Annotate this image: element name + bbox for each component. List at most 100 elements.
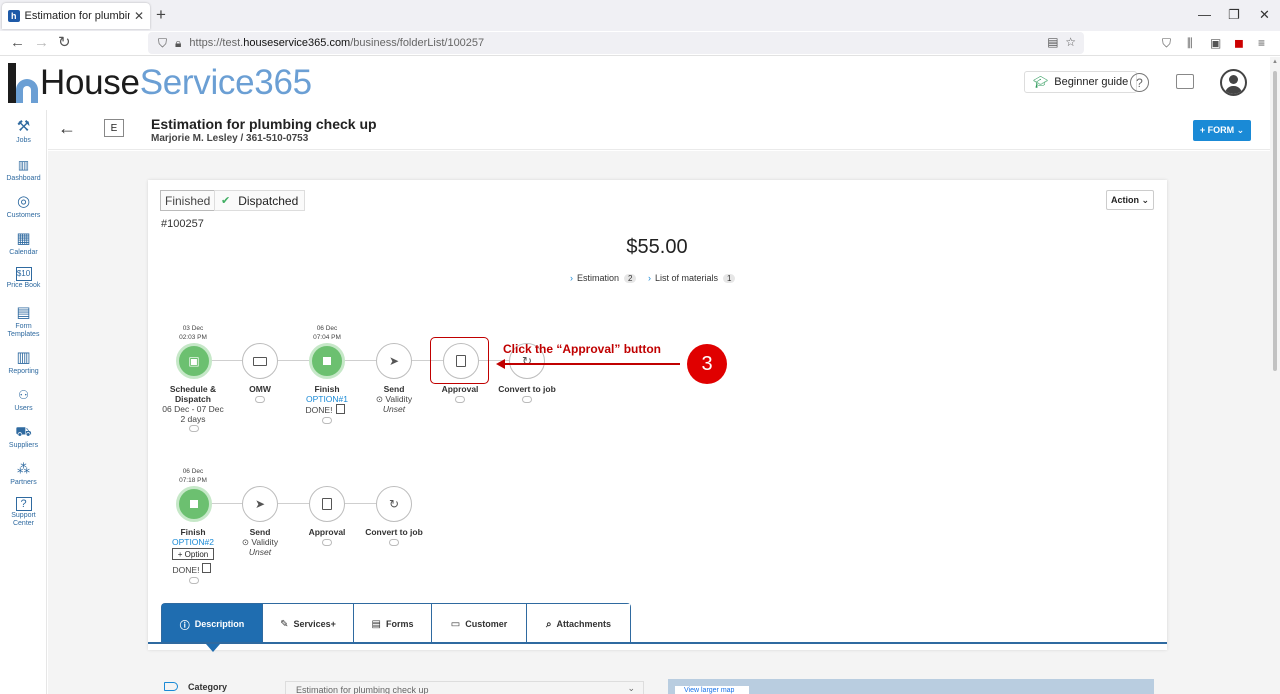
send-2-validity-value: Unset [248,547,272,557]
comment-icon[interactable] [389,539,399,546]
sidebar-item-calendar[interactable]: ▦ Calendar [0,230,47,257]
send-2-step[interactable]: ➤ [242,486,278,522]
app-header: HouseService365 🎓︎ Beginner guide ? [0,57,1270,110]
back-arrow-icon[interactable]: ← [58,118,76,139]
sidebar-item-suppliers[interactable]: ⛟ Suppliers [0,423,47,450]
tab-customer[interactable]: ▭ Customer [431,604,526,644]
stop-icon [190,500,198,508]
tab-services[interactable]: ✎ Services+ [262,604,353,644]
tag-icon [164,682,178,691]
category-select[interactable]: Estimation for plumbing check up ⌄ [285,681,644,694]
maximize-window-icon[interactable]: ❐ [1228,7,1240,23]
check-icon: ✔ [221,195,231,207]
extension-icon[interactable]: ◼ [1234,36,1244,50]
folder-icon[interactable] [1176,74,1194,89]
comment-icon[interactable] [455,396,465,403]
sidebar-item-price-book[interactable]: $10 Price Book [0,267,47,290]
reporting-icon: ▥ [16,349,31,366]
sidebar-item-support-center[interactable]: ? Support Center [0,497,47,528]
instruction-text: Click the “Approval” button [503,342,662,356]
omw-step[interactable] [242,343,278,379]
price-book-icon: $10 [15,267,32,281]
schedule-date: 03 Dec [182,325,204,332]
id-card-icon: ▭ [450,618,461,630]
document-icon[interactable] [202,563,211,573]
step-number-badge: 3 [687,344,727,384]
schedule-time: 02:03 PM [179,334,207,341]
schedule-step-label-2: Dispatch [175,394,211,404]
comment-icon[interactable] [522,396,532,403]
scrollbar-thumb[interactable] [1273,71,1277,371]
tab-attachments[interactable]: ⌕ Attachments [526,604,630,644]
browser-nav-bar: ← → ↻ ⛉ 🔒︎ https://test.houseservice365.… [0,31,1280,56]
schedule-dispatch-step[interactable]: ▣ [176,343,212,379]
reader-and-bookmark-icons[interactable]: ▤ ☆ [1047,35,1076,49]
sidebar-item-form-templates[interactable]: ▤ Form Templates [0,304,47,339]
shield-icon[interactable]: ⛉ [158,36,167,51]
scroll-up-icon[interactable]: ▲ [1272,59,1278,65]
beginner-guide-button[interactable]: 🎓︎ Beginner guide [1024,71,1138,93]
site-favicon: h [8,10,20,22]
sidebar-icon[interactable]: ▣ [1210,36,1221,50]
lock-icon[interactable]: 🔒︎ [175,36,181,51]
estimation-count-badge: 2 [624,273,637,283]
tools-icon: ⚒ [16,118,31,135]
view-larger-map-link[interactable]: View larger map [675,686,749,694]
schedule-duration: 2 days [180,414,206,424]
list-of-materials-link[interactable]: › List of materials 1 [648,273,736,283]
comment-icon[interactable] [255,396,265,403]
sidebar-item-users[interactable]: ⚇ Users [0,386,47,413]
comment-icon[interactable] [189,577,199,584]
menu-icon[interactable]: ≡ [1258,36,1265,50]
comment-icon[interactable] [322,417,332,424]
status-finished-badge[interactable]: Finished [160,190,216,211]
reload-icon[interactable]: ↻ [58,34,71,52]
help-icon[interactable]: ? [1130,73,1149,92]
add-option-button[interactable]: + Option [172,548,214,560]
user-avatar-icon[interactable] [1220,69,1247,96]
sidebar-item-partners[interactable]: ⁂ Partners [0,460,47,487]
partners-icon: ⁂ [17,461,30,476]
convert-2-to-job-step[interactable]: ↻ [376,486,412,522]
comment-icon[interactable] [322,539,332,546]
send-step[interactable]: ➤ [376,343,412,379]
sidebar-item-customers[interactable]: ◎ Customers [0,193,47,220]
page-title: Estimation for plumbing check up [151,116,377,132]
close-window-icon[interactable]: ✕ [1259,7,1270,23]
forward-icon[interactable]: → [34,34,49,52]
estimation-link[interactable]: › Estimation 2 [570,273,637,283]
browser-tab[interactable]: h Estimation for plumbing check ✕ [2,3,150,29]
finish-2-time: 07:18 PM [179,477,207,484]
houseservice365-logo[interactable]: HouseService365 [6,63,312,103]
address-bar[interactable]: ⛉ 🔒︎ https://test.houseservice365.com/bu… [148,32,1084,54]
action-dropdown-button[interactable]: Action ⌄ [1106,190,1154,210]
users-icon: ⚇ [18,388,29,402]
document-icon[interactable] [336,404,345,414]
send-2-validity: ⊙ Validity [241,537,279,547]
finish-step-option-1[interactable] [309,343,345,379]
library-icon[interactable]: ⫼ [1187,36,1193,51]
approval-2-step[interactable] [309,486,345,522]
pocket-icon[interactable]: ⛉ [1162,36,1171,51]
tab-forms[interactable]: ▤ Forms [353,604,431,644]
tab-description[interactable]: ⓘ Description [162,604,262,652]
sidebar-item-reporting[interactable]: ▥ Reporting [0,349,47,376]
new-tab-icon[interactable]: + [156,6,166,24]
finish-step-option-2[interactable] [176,486,212,522]
status-dispatched-badge[interactable]: ✔ Dispatched [214,190,306,211]
page-scrollbar[interactable]: ▲ [1270,57,1280,694]
sidebar-item-dashboard[interactable]: ▥ Dashboard [0,156,47,183]
back-icon[interactable]: ← [10,34,25,52]
sidebar-item-jobs[interactable]: ⚒ Jobs [0,118,47,145]
job-number: #100257 [161,218,204,230]
comment-icon[interactable] [189,425,199,432]
chevron-right-icon: › [570,273,573,283]
graduation-cap-icon: 🎓︎ [1033,75,1049,89]
finish-2-done-text: DONE! [172,565,200,575]
paperclip-icon: ⌕ [545,618,552,630]
minimize-window-icon[interactable]: — [1198,7,1211,22]
add-form-button[interactable]: + FORM ⌄ [1193,120,1251,141]
close-tab-icon[interactable]: ✕ [134,9,144,23]
location-map[interactable]: View larger map [668,679,1154,694]
paper-plane-icon: ➤ [254,497,266,511]
